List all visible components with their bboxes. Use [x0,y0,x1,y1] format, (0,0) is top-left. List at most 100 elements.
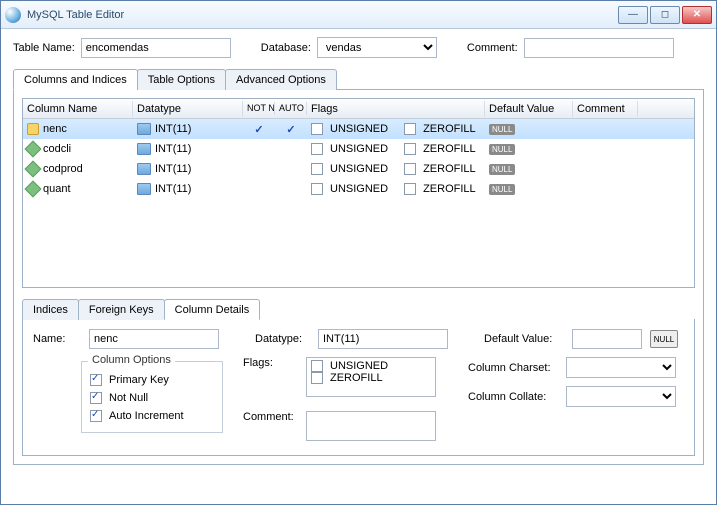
tab-column-details[interactable]: Column Details [164,299,261,320]
key-icon [27,123,39,135]
detail-collate-label: Column Collate: [468,391,558,403]
flag-zerofill-label: ZEROFILL [423,163,476,175]
checkbox-icon [90,410,102,422]
detail-collate-select[interactable] [566,386,676,407]
close-button[interactable]: ✕ [682,6,712,24]
null-button[interactable]: NULL [650,330,678,348]
table-name-label: Table Name: [13,42,75,54]
tab-advanced-options[interactable]: Advanced Options [225,69,337,90]
checkbox-icon[interactable] [311,163,323,175]
detail-comment-label: Comment: [243,411,298,423]
tab-foreign-keys[interactable]: Foreign Keys [78,299,165,320]
database-select[interactable]: vendas [317,37,437,58]
detail-charset-label: Column Charset: [468,362,558,374]
flag-unsigned-label: UNSIGNED [330,123,388,135]
cell-auto-inc: ✓ [279,123,303,136]
column-details-panel: Name: Datatype: Default Value: NULL Colu… [22,319,695,456]
checkbox-icon[interactable] [404,143,416,155]
detail-datatype-label: Datatype: [255,333,310,345]
app-icon [5,7,21,23]
column-icon [25,181,42,198]
hdr-default[interactable]: Default Value [485,101,573,117]
opt-auto-increment[interactable]: Auto Increment [90,410,214,422]
table-row[interactable]: quant INT(11) UNSIGNED ZEROFILL NULL [23,179,694,199]
table-row[interactable]: nenc INT(11) ✓ ✓ UNSIGNED ZEROFILL NULL [23,119,694,139]
cell-column-name: quant [43,183,71,195]
column-icon [25,161,42,178]
opt-primary-key[interactable]: Primary Key [90,374,214,386]
table-row[interactable]: codcli INT(11) UNSIGNED ZEROFILL NULL [23,139,694,159]
tab-table-options[interactable]: Table Options [137,69,226,90]
datatype-icon [137,123,151,135]
detail-name-input[interactable] [89,329,219,349]
hdr-flags[interactable]: Flags [307,101,485,117]
maximize-button[interactable]: ◻ [650,6,680,24]
checkbox-icon [90,392,102,404]
cell-column-name: codcli [43,143,71,155]
flag-zerofill-label: ZEROFILL [423,143,476,155]
top-fields-row: Table Name: Database: vendas Comment: [13,37,704,58]
grid-header: Column Name Datatype NOT NULL AUTO INC F… [23,99,694,119]
opt-not-null[interactable]: Not Null [90,392,214,404]
cell-datatype: INT(11) [155,143,191,155]
hdr-datatype[interactable]: Datatype [133,101,243,117]
datatype-icon [137,143,151,155]
sub-tabs: Indices Foreign Keys Column Details [22,298,695,319]
hdr-column-name[interactable]: Column Name [23,101,133,117]
flags-box: UNSIGNED ZEROFILL [306,357,436,397]
flag-zerofill-label: ZEROFILL [423,183,476,195]
detail-flags-label: Flags: [243,357,298,369]
flag-unsigned[interactable]: UNSIGNED [311,360,431,372]
checkbox-icon[interactable] [404,183,416,195]
comment-label: Comment: [467,42,518,54]
table-row[interactable]: codprod INT(11) UNSIGNED ZEROFILL NULL [23,159,694,179]
column-options-legend: Column Options [88,354,175,366]
cell-not-null: ✓ [247,123,271,136]
hdr-not-null[interactable]: NOT NULL [243,102,275,115]
flag-zerofill[interactable]: ZEROFILL [311,372,431,384]
tab-indices[interactable]: Indices [22,299,79,320]
checkbox-icon [90,374,102,386]
cell-column-name: codprod [43,163,83,175]
datatype-icon [137,163,151,175]
minimize-button[interactable]: — [618,6,648,24]
cell-column-name: nenc [43,123,67,135]
null-badge: NULL [489,124,515,135]
main-tabs: Columns and Indices Table Options Advanc… [13,68,704,90]
cell-datatype: INT(11) [155,183,191,195]
flag-unsigned-label: UNSIGNED [330,183,388,195]
checkbox-icon[interactable] [311,183,323,195]
detail-default-input[interactable] [572,329,642,349]
detail-default-label: Default Value: [484,333,564,345]
column-options-group: Column Options Primary Key Not Null Auto… [81,361,223,433]
columns-grid: Column Name Datatype NOT NULL AUTO INC F… [22,98,695,288]
null-badge: NULL [489,144,515,155]
detail-charset-select[interactable] [566,357,676,378]
flag-unsigned-label: UNSIGNED [330,143,388,155]
null-badge: NULL [489,164,515,175]
cell-datatype: INT(11) [155,123,191,135]
cell-datatype: INT(11) [155,163,191,175]
checkbox-icon[interactable] [311,123,323,135]
flag-zerofill-label: ZEROFILL [423,123,476,135]
datatype-icon [137,183,151,195]
grid-body[interactable]: nenc INT(11) ✓ ✓ UNSIGNED ZEROFILL NULL codcli I… [23,119,694,287]
flag-unsigned-label: UNSIGNED [330,163,388,175]
checkbox-icon [311,372,323,384]
checkbox-icon[interactable] [404,123,416,135]
checkbox-icon[interactable] [311,143,323,155]
hdr-auto-inc[interactable]: AUTO INC [275,102,307,115]
database-label: Database: [261,42,311,54]
detail-datatype-input[interactable] [318,329,448,349]
columns-panel: Column Name Datatype NOT NULL AUTO INC F… [13,90,704,465]
tab-columns-indices[interactable]: Columns and Indices [13,69,138,90]
window-title: MySQL Table Editor [27,9,124,21]
null-badge: NULL [489,184,515,195]
detail-name-label: Name: [33,333,81,345]
title-bar: MySQL Table Editor — ◻ ✕ [1,1,716,29]
table-name-input[interactable] [81,38,231,58]
checkbox-icon[interactable] [404,163,416,175]
comment-input[interactable] [524,38,674,58]
detail-comment-input[interactable] [306,411,436,441]
hdr-comment[interactable]: Comment [573,101,638,117]
